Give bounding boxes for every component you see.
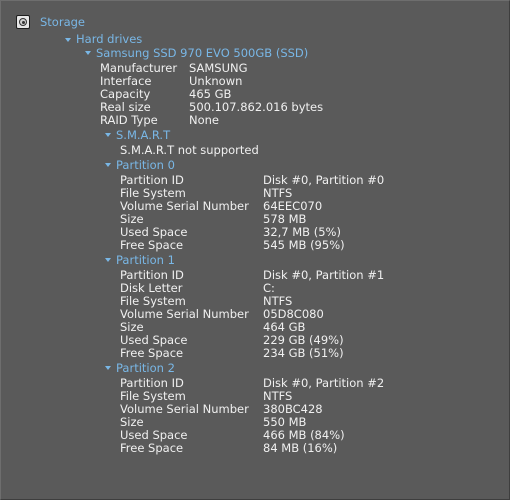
expand-arrow-icon[interactable]: [105, 366, 111, 370]
tree-node-smart[interactable]: S.M.A.R.T: [116, 129, 170, 142]
property-value: None: [189, 113, 220, 127]
panel-frame: [0, 0, 510, 500]
tree-node-drive[interactable]: Samsung SSD 970 EVO 500GB (SSD): [96, 47, 308, 60]
expand-arrow-icon[interactable]: [105, 133, 111, 137]
property-label: Free Space: [120, 238, 184, 252]
storage-disk-icon: [16, 15, 30, 29]
tree-node-partition-1[interactable]: Partition 1: [116, 254, 175, 267]
property-label: RAID Type: [100, 113, 158, 127]
tree-node-storage[interactable]: Storage: [40, 16, 85, 29]
tree-node-hard-drives[interactable]: Hard drives: [76, 33, 142, 46]
property-value: 234 GB (51%): [263, 346, 344, 360]
expand-arrow-icon[interactable]: [65, 38, 71, 42]
property-label: Free Space: [120, 441, 184, 455]
expand-arrow-icon[interactable]: [105, 163, 111, 167]
tree-node-partition-0[interactable]: Partition 0: [116, 159, 175, 172]
property-label: Free Space: [120, 346, 184, 360]
expand-arrow-icon[interactable]: [105, 258, 111, 262]
expand-arrow-icon[interactable]: [85, 51, 91, 55]
property-value: 84 MB (16%): [263, 441, 338, 455]
property-value: Disk #0, Partition #1: [263, 268, 385, 282]
smart-status: S.M.A.R.T not supported: [120, 143, 259, 157]
property-value: 545 MB (95%): [263, 238, 345, 252]
tree-node-partition-2[interactable]: Partition 2: [116, 362, 175, 375]
